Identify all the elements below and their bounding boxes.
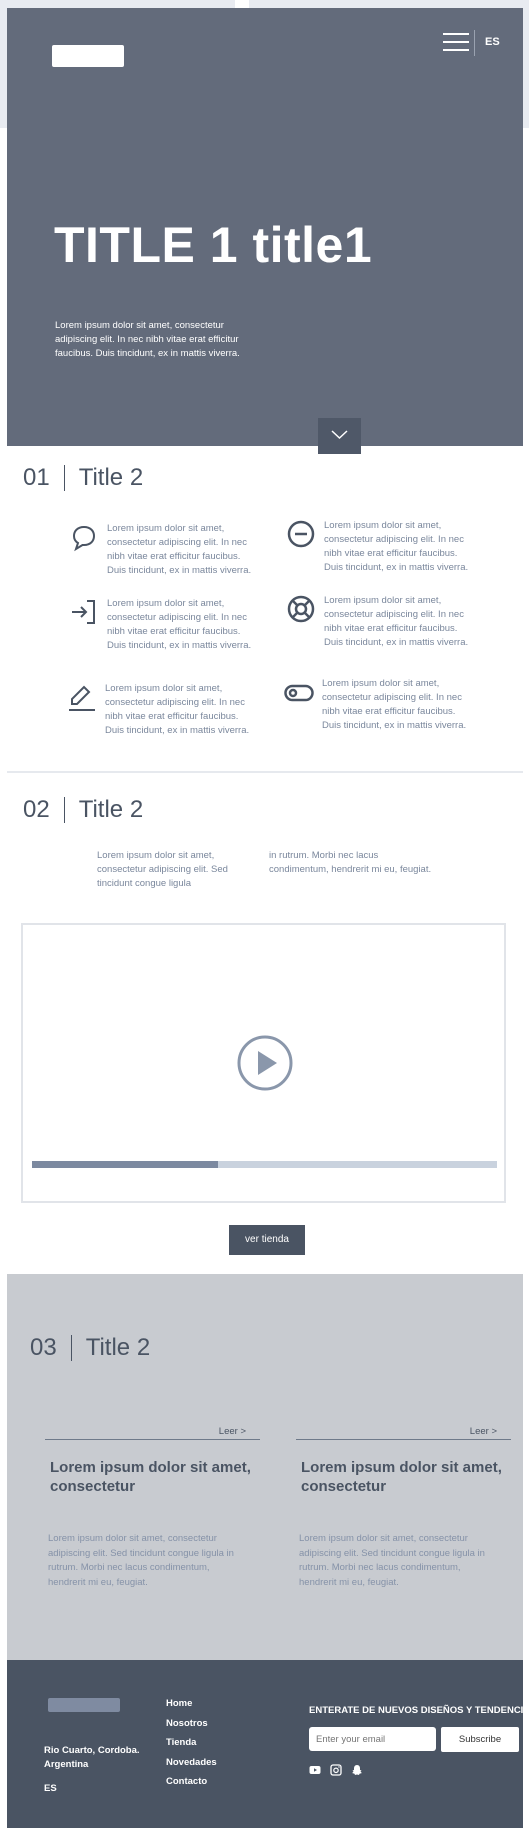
read-more-link[interactable]: Leer > xyxy=(470,1426,497,1437)
sign-in-icon xyxy=(72,600,95,624)
news-section: 03 Title 2 Leer > Lorem ipsum dolor sit … xyxy=(7,1274,523,1660)
header-divider xyxy=(474,30,475,56)
card-title: Lorem ipsum dolor sit amet, consectetur xyxy=(50,1459,251,1495)
section-number: 02 xyxy=(23,796,50,823)
snapchat-icon[interactable] xyxy=(351,1764,363,1776)
section-number: 01 xyxy=(23,464,50,491)
feature-text: Lorem ipsum dolor sit amet, consectetur … xyxy=(322,678,467,731)
section-3-heading: 03 Title 2 xyxy=(30,1334,150,1362)
shop-button[interactable]: ver tienda xyxy=(229,1225,305,1255)
feature-text: Lorem ipsum dolor sit amet, consectetur … xyxy=(324,595,469,648)
menu-icon[interactable] xyxy=(443,32,469,52)
feature-text: Lorem ipsum dolor sit amet, consectetur … xyxy=(107,523,252,576)
newsletter-title: ENTERATE DE NUEVOS DISEÑOS Y TENDENCIAS! xyxy=(309,1705,529,1716)
section-title: Title 2 xyxy=(78,464,144,491)
chevron-down-icon xyxy=(331,430,348,440)
logo[interactable] xyxy=(52,45,124,67)
video-progress-fill xyxy=(32,1161,218,1168)
card-text: Lorem ipsum dolor sit amet, consectetur … xyxy=(299,1533,485,1588)
card-title: Lorem ipsum dolor sit amet, consectetur xyxy=(301,1459,502,1495)
intro-text-left: Lorem ipsum dolor sit amet, consectetur … xyxy=(97,850,228,889)
section-title: Title 2 xyxy=(85,1334,151,1361)
card-text: Lorem ipsum dolor sit amet, consectetur … xyxy=(48,1533,234,1588)
speech-bubble-icon xyxy=(72,525,96,552)
section-number: 03 xyxy=(30,1334,57,1361)
life-ring-icon xyxy=(287,595,315,623)
card-divider xyxy=(296,1439,511,1440)
footer-logo[interactable] xyxy=(48,1698,120,1712)
heading-divider xyxy=(63,465,65,491)
intro-text-right: in rutrum. Morbi nec lacus condimentum, … xyxy=(269,850,432,875)
toggle-icon xyxy=(284,684,314,702)
scroll-down-button[interactable] xyxy=(318,418,361,454)
footer-link-contacto[interactable]: Contacto xyxy=(166,1776,217,1796)
heading-divider xyxy=(63,797,65,823)
youtube-icon[interactable] xyxy=(309,1764,321,1776)
section-2-heading: 02 Title 2 xyxy=(23,796,143,824)
video-progress-bar[interactable] xyxy=(32,1161,497,1168)
section-1-heading: 01 Title 2 xyxy=(23,464,143,492)
card-divider xyxy=(45,1439,260,1440)
instagram-icon[interactable] xyxy=(330,1764,342,1776)
footer-link-nosotros[interactable]: Nosotros xyxy=(166,1718,217,1738)
footer-link-home[interactable]: Home xyxy=(166,1698,217,1718)
feature-text: Lorem ipsum dolor sit amet, consectetur … xyxy=(324,520,469,573)
hero-title: TITLE 1 title1 xyxy=(54,217,373,273)
footer-address: Rio Cuarto, Cordoba. Argentina xyxy=(44,1745,140,1770)
hero: ES TITLE 1 title1 Lorem ipsum dolor sit … xyxy=(7,8,523,454)
pencil-icon xyxy=(69,685,95,711)
feature-text: Lorem ipsum dolor sit amet, consectetur … xyxy=(105,683,250,736)
footer-language[interactable]: ES xyxy=(44,1783,57,1794)
video-player[interactable] xyxy=(21,923,506,1203)
email-input[interactable] xyxy=(309,1727,436,1751)
footer-link-tienda[interactable]: Tienda xyxy=(166,1737,217,1757)
language-switch[interactable]: ES xyxy=(485,36,500,48)
minus-circle-icon xyxy=(287,520,315,548)
footer-link-novedades[interactable]: Novedades xyxy=(166,1757,217,1777)
heading-divider xyxy=(70,1335,72,1361)
read-more-link[interactable]: Leer > xyxy=(219,1426,246,1437)
footer-nav: Home Nosotros Tienda Novedades Contacto xyxy=(166,1698,217,1796)
section-title: Title 2 xyxy=(78,796,144,823)
play-icon[interactable] xyxy=(237,1035,293,1091)
section-divider xyxy=(7,771,523,773)
subscribe-button[interactable]: Subscribe xyxy=(441,1727,519,1752)
footer: Rio Cuarto, Cordoba. Argentina ES Home N… xyxy=(7,1660,529,1828)
hero-text: Lorem ipsum dolor sit amet, consectetur … xyxy=(55,320,240,359)
feature-text: Lorem ipsum dolor sit amet, consectetur … xyxy=(107,598,252,651)
